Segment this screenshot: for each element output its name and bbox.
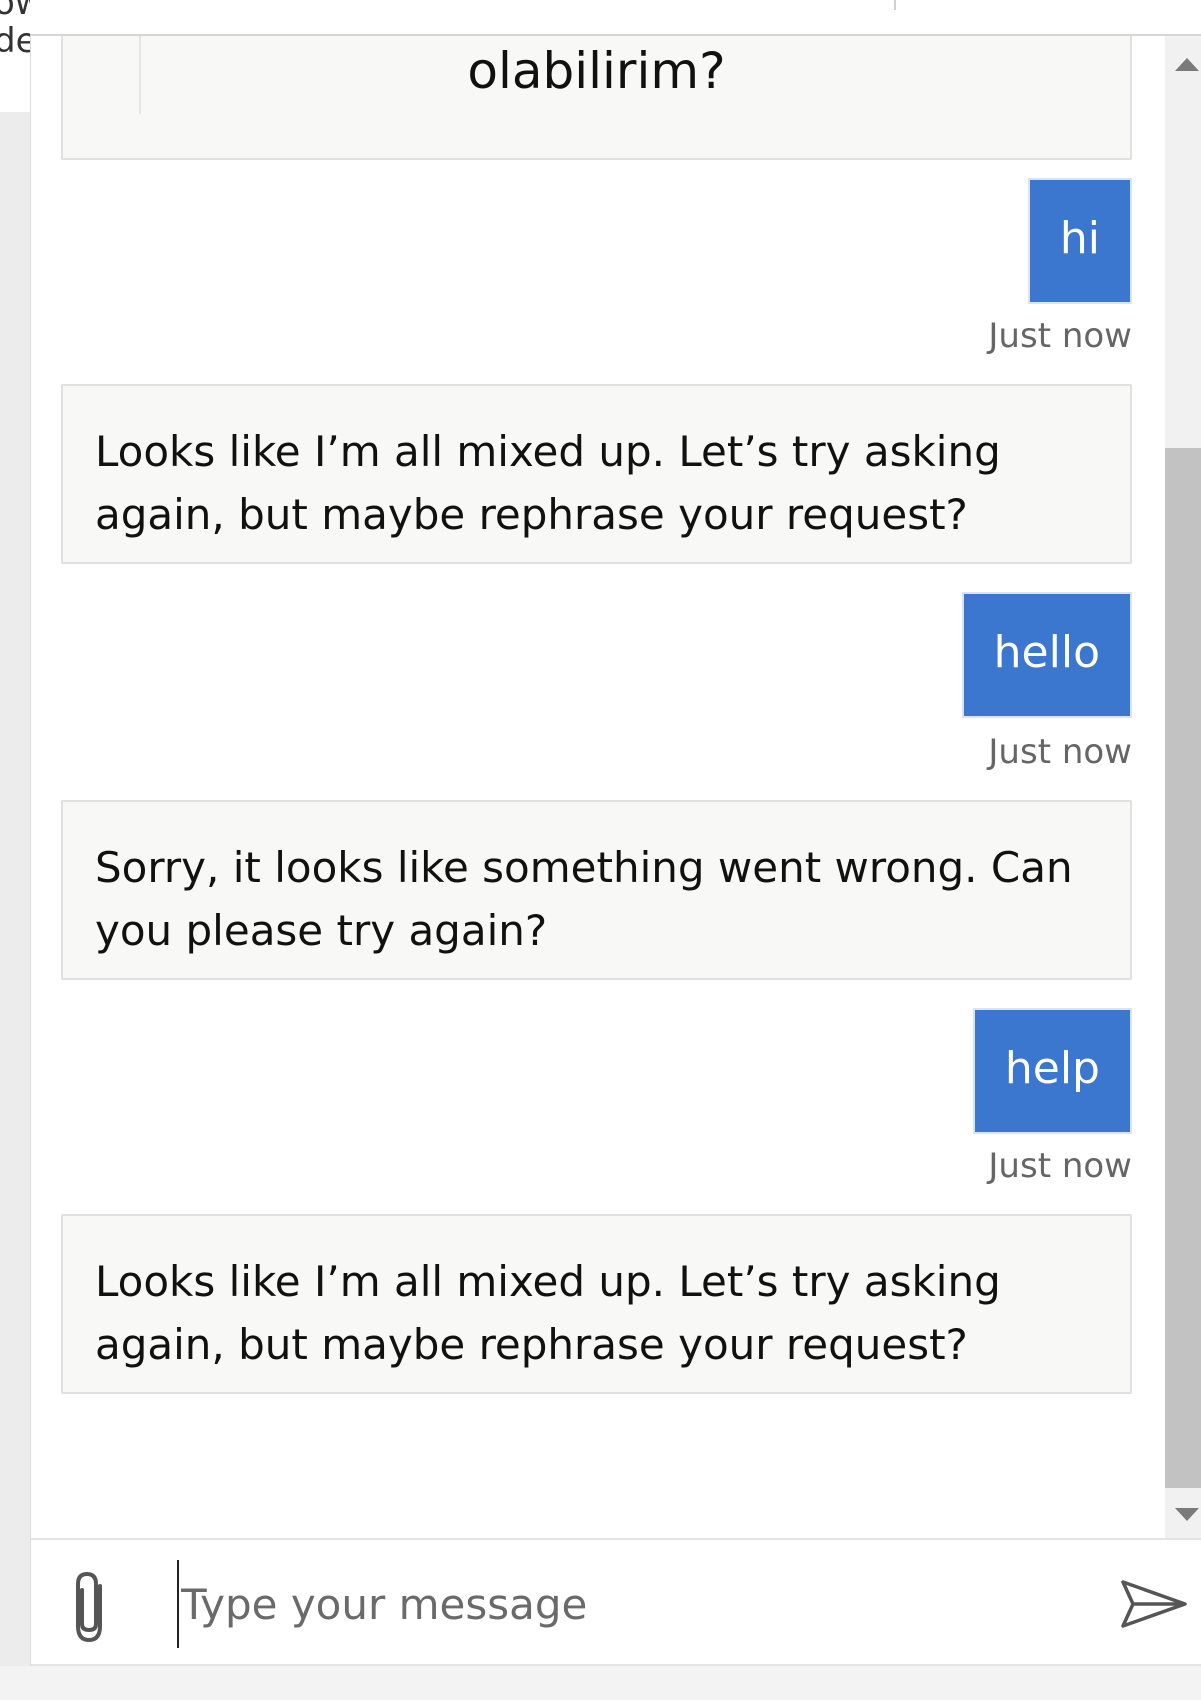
bot-message: Looks like I’m all mixed up. Let’s try a… [61,384,1132,564]
user-message: hi [1027,178,1132,304]
bot-message-text: Looks like I’m all mixed up. Let’s try a… [95,427,1001,539]
background-page [0,0,30,1700]
user-message: hello [961,592,1132,718]
message-timestamp: Just now [988,732,1132,772]
page-footer-band [0,1666,1201,1700]
chat-header-bar [30,0,1201,36]
message-timestamp: Just now [988,1146,1132,1186]
scroll-up-arrow-icon[interactable] [1165,36,1201,92]
message-input[interactable] [177,1560,981,1648]
bot-message: Sorry, it looks like something went wron… [61,800,1132,980]
paperclip-icon[interactable] [67,1568,117,1648]
user-message: help [972,1008,1132,1134]
message-timestamp: Just now [988,316,1132,356]
bot-message: Looks like I’m all mixed up. Let’s try a… [61,1214,1132,1394]
background-page-header: ow de [0,0,43,112]
scroll-down-arrow-icon[interactable] [1165,1488,1201,1538]
bot-message-text: Looks like I’m all mixed up. Let’s try a… [95,1257,1001,1369]
history-scrollbar[interactable] [1165,36,1201,1538]
send-icon[interactable] [1119,1576,1191,1632]
chat-panel: olabilirim? hi Just now Looks like I’m a… [30,36,1201,1666]
bot-message-text: Sorry, it looks like something went wron… [95,843,1073,955]
message-composer [31,1538,1201,1666]
message-history[interactable]: olabilirim? hi Just now Looks like I’m a… [31,36,1165,1538]
bot-message-text: olabilirim? [467,42,726,100]
scrollbar-thumb[interactable] [1165,448,1201,1488]
header-divider [894,0,896,10]
bot-message: olabilirim? [61,36,1132,160]
